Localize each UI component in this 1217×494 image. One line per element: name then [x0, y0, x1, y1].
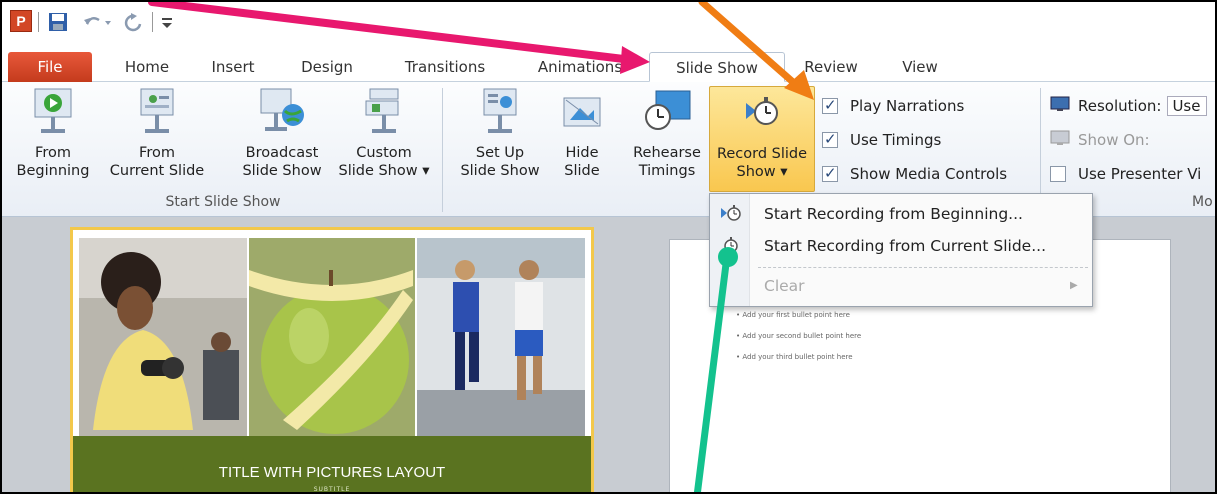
record-from-current-icon [720, 235, 742, 259]
use-presenter-view-checkbox[interactable]: Use Presenter Vi [1050, 161, 1201, 187]
show-on-control[interactable]: Show On: [1050, 127, 1150, 153]
submenu-arrow-icon: ▶ [1070, 280, 1078, 291]
checkbox-icon[interactable] [822, 130, 838, 148]
tab-animations[interactable]: Animations [530, 52, 630, 82]
tab-design[interactable]: Design [292, 52, 362, 82]
projector-play-icon [8, 86, 98, 138]
custom-slides-icon [332, 86, 436, 138]
rehearse-timer-icon [626, 86, 708, 138]
record-from-beginning-icon [720, 203, 742, 227]
group-separator [442, 88, 443, 212]
quick-access-toolbar: P [2, 2, 1215, 46]
button-label-line2: Slide Show ▾ [338, 163, 430, 179]
button-label-line2: Current Slide [109, 163, 205, 179]
qat-separator [38, 12, 39, 32]
menu-item-start-recording-current[interactable]: Start Recording from Current Slide... [764, 237, 1046, 255]
slide-thumbnail-selected[interactable]: TITLE WITH PICTURES LAYOUT SUBTITLE [70, 227, 594, 493]
checkbox-icon[interactable] [822, 96, 838, 114]
qat-separator [152, 12, 153, 32]
setup-projector-icon [450, 86, 550, 138]
slide-photos [79, 238, 585, 436]
group-label-monitors: Mo [1192, 194, 1213, 210]
record-stopwatch-icon [710, 87, 814, 139]
button-label-line2: Slide Show [460, 163, 540, 179]
tab-insert[interactable]: Insert [202, 52, 264, 82]
broadcast-slide-show-button[interactable]: Broadcast Slide Show [230, 86, 334, 190]
button-label-line2: Beginning [16, 163, 90, 179]
custom-slide-show-button[interactable]: Custom Slide Show ▾ [332, 86, 436, 190]
checkbox-icon[interactable] [1050, 166, 1066, 182]
save-icon[interactable] [46, 10, 70, 34]
bullet-point: • Add your second bullet point here [736, 332, 862, 340]
undo-icon[interactable] [80, 10, 116, 34]
bullet-text: Add your third bullet point here [742, 353, 853, 361]
button-label-line2: Timings [638, 163, 696, 179]
from-beginning-button[interactable]: From Beginning [8, 86, 98, 190]
hide-slide-icon [550, 86, 614, 138]
checkbox-label: Use Timings [850, 131, 942, 149]
bullet-text: Add your second bullet point here [742, 332, 862, 340]
use-timings-checkbox[interactable]: Use Timings [822, 127, 941, 153]
from-current-slide-button[interactable]: From Current Slide [98, 86, 216, 190]
menu-item-start-recording-beginning[interactable]: Start Recording from Beginning... [764, 205, 1023, 223]
set-up-slide-show-button[interactable]: Set Up Slide Show [450, 86, 550, 190]
button-label-line1: From [139, 145, 175, 161]
powerpoint-icon[interactable]: P [10, 10, 32, 32]
group-label-start-slide-show: Start Slide Show [165, 194, 281, 210]
menu-item-clear[interactable]: Clear [764, 277, 805, 295]
tab-review[interactable]: Review [796, 52, 866, 82]
resolution-select[interactable]: Use [1167, 96, 1208, 116]
show-on-label: Show On: [1078, 131, 1150, 149]
broadcast-globe-icon [230, 86, 334, 138]
tab-view[interactable]: View [892, 52, 948, 82]
show-on-monitor-icon [1050, 130, 1070, 150]
button-label-line2: Slide Show [242, 163, 322, 179]
menu-separator [758, 267, 1088, 268]
button-label-line1: Rehearse [633, 145, 701, 161]
tab-slide-show[interactable]: Slide Show [649, 52, 785, 82]
checkbox-label: Use Presenter Vi [1078, 165, 1202, 183]
powerpoint-window: P File Home Insert Design Transitions An… [0, 0, 1217, 494]
checkbox-label: Play Narrations [850, 97, 965, 115]
button-label-line1: Broadcast [245, 145, 319, 161]
record-slide-show-button[interactable]: Record Slide Show ▾ [709, 86, 815, 192]
bullet-text: Add your first bullet point here [742, 311, 850, 319]
button-label-line1: Hide [565, 145, 599, 161]
tab-transitions[interactable]: Transitions [392, 52, 498, 82]
checkbox-icon[interactable] [822, 164, 838, 182]
tab-file[interactable]: File [8, 52, 92, 82]
bullet-point: • Add your first bullet point here [736, 311, 850, 319]
button-label-line2: Slide [564, 163, 600, 179]
button-label-line1: Custom [356, 145, 412, 161]
resolution-label: Resolution: [1078, 97, 1162, 115]
projector-slide-icon [98, 86, 216, 138]
bullet-point: • Add your third bullet point here [736, 353, 853, 361]
record-slide-show-menu: Start Recording from Beginning... Start … [709, 193, 1093, 307]
play-narrations-checkbox[interactable]: Play Narrations [822, 93, 964, 119]
checkbox-label: Show Media Controls [850, 165, 1008, 183]
show-media-controls-checkbox[interactable]: Show Media Controls [822, 161, 1007, 187]
ribbon-tabs: File Home Insert Design Transitions Anim… [2, 46, 1215, 82]
slide-subtitle: SUBTITLE [313, 486, 351, 493]
hide-slide-button[interactable]: Hide Slide [550, 86, 614, 190]
button-label-line2: Show ▾ [736, 164, 788, 180]
resolution-control[interactable]: Resolution: Use [1050, 93, 1208, 119]
monitor-icon [1050, 96, 1070, 116]
customize-qat-icon[interactable] [158, 10, 176, 34]
button-label-line1: Set Up [475, 145, 525, 161]
rehearse-timings-button[interactable]: Rehearse Timings [626, 86, 708, 190]
redo-icon[interactable] [122, 10, 146, 34]
button-label-line1: Record Slide [716, 146, 808, 162]
slide-title: TITLE WITH PICTURES LAYOUT [218, 464, 446, 481]
tab-home[interactable]: Home [114, 52, 180, 82]
button-label-line1: From [35, 145, 71, 161]
